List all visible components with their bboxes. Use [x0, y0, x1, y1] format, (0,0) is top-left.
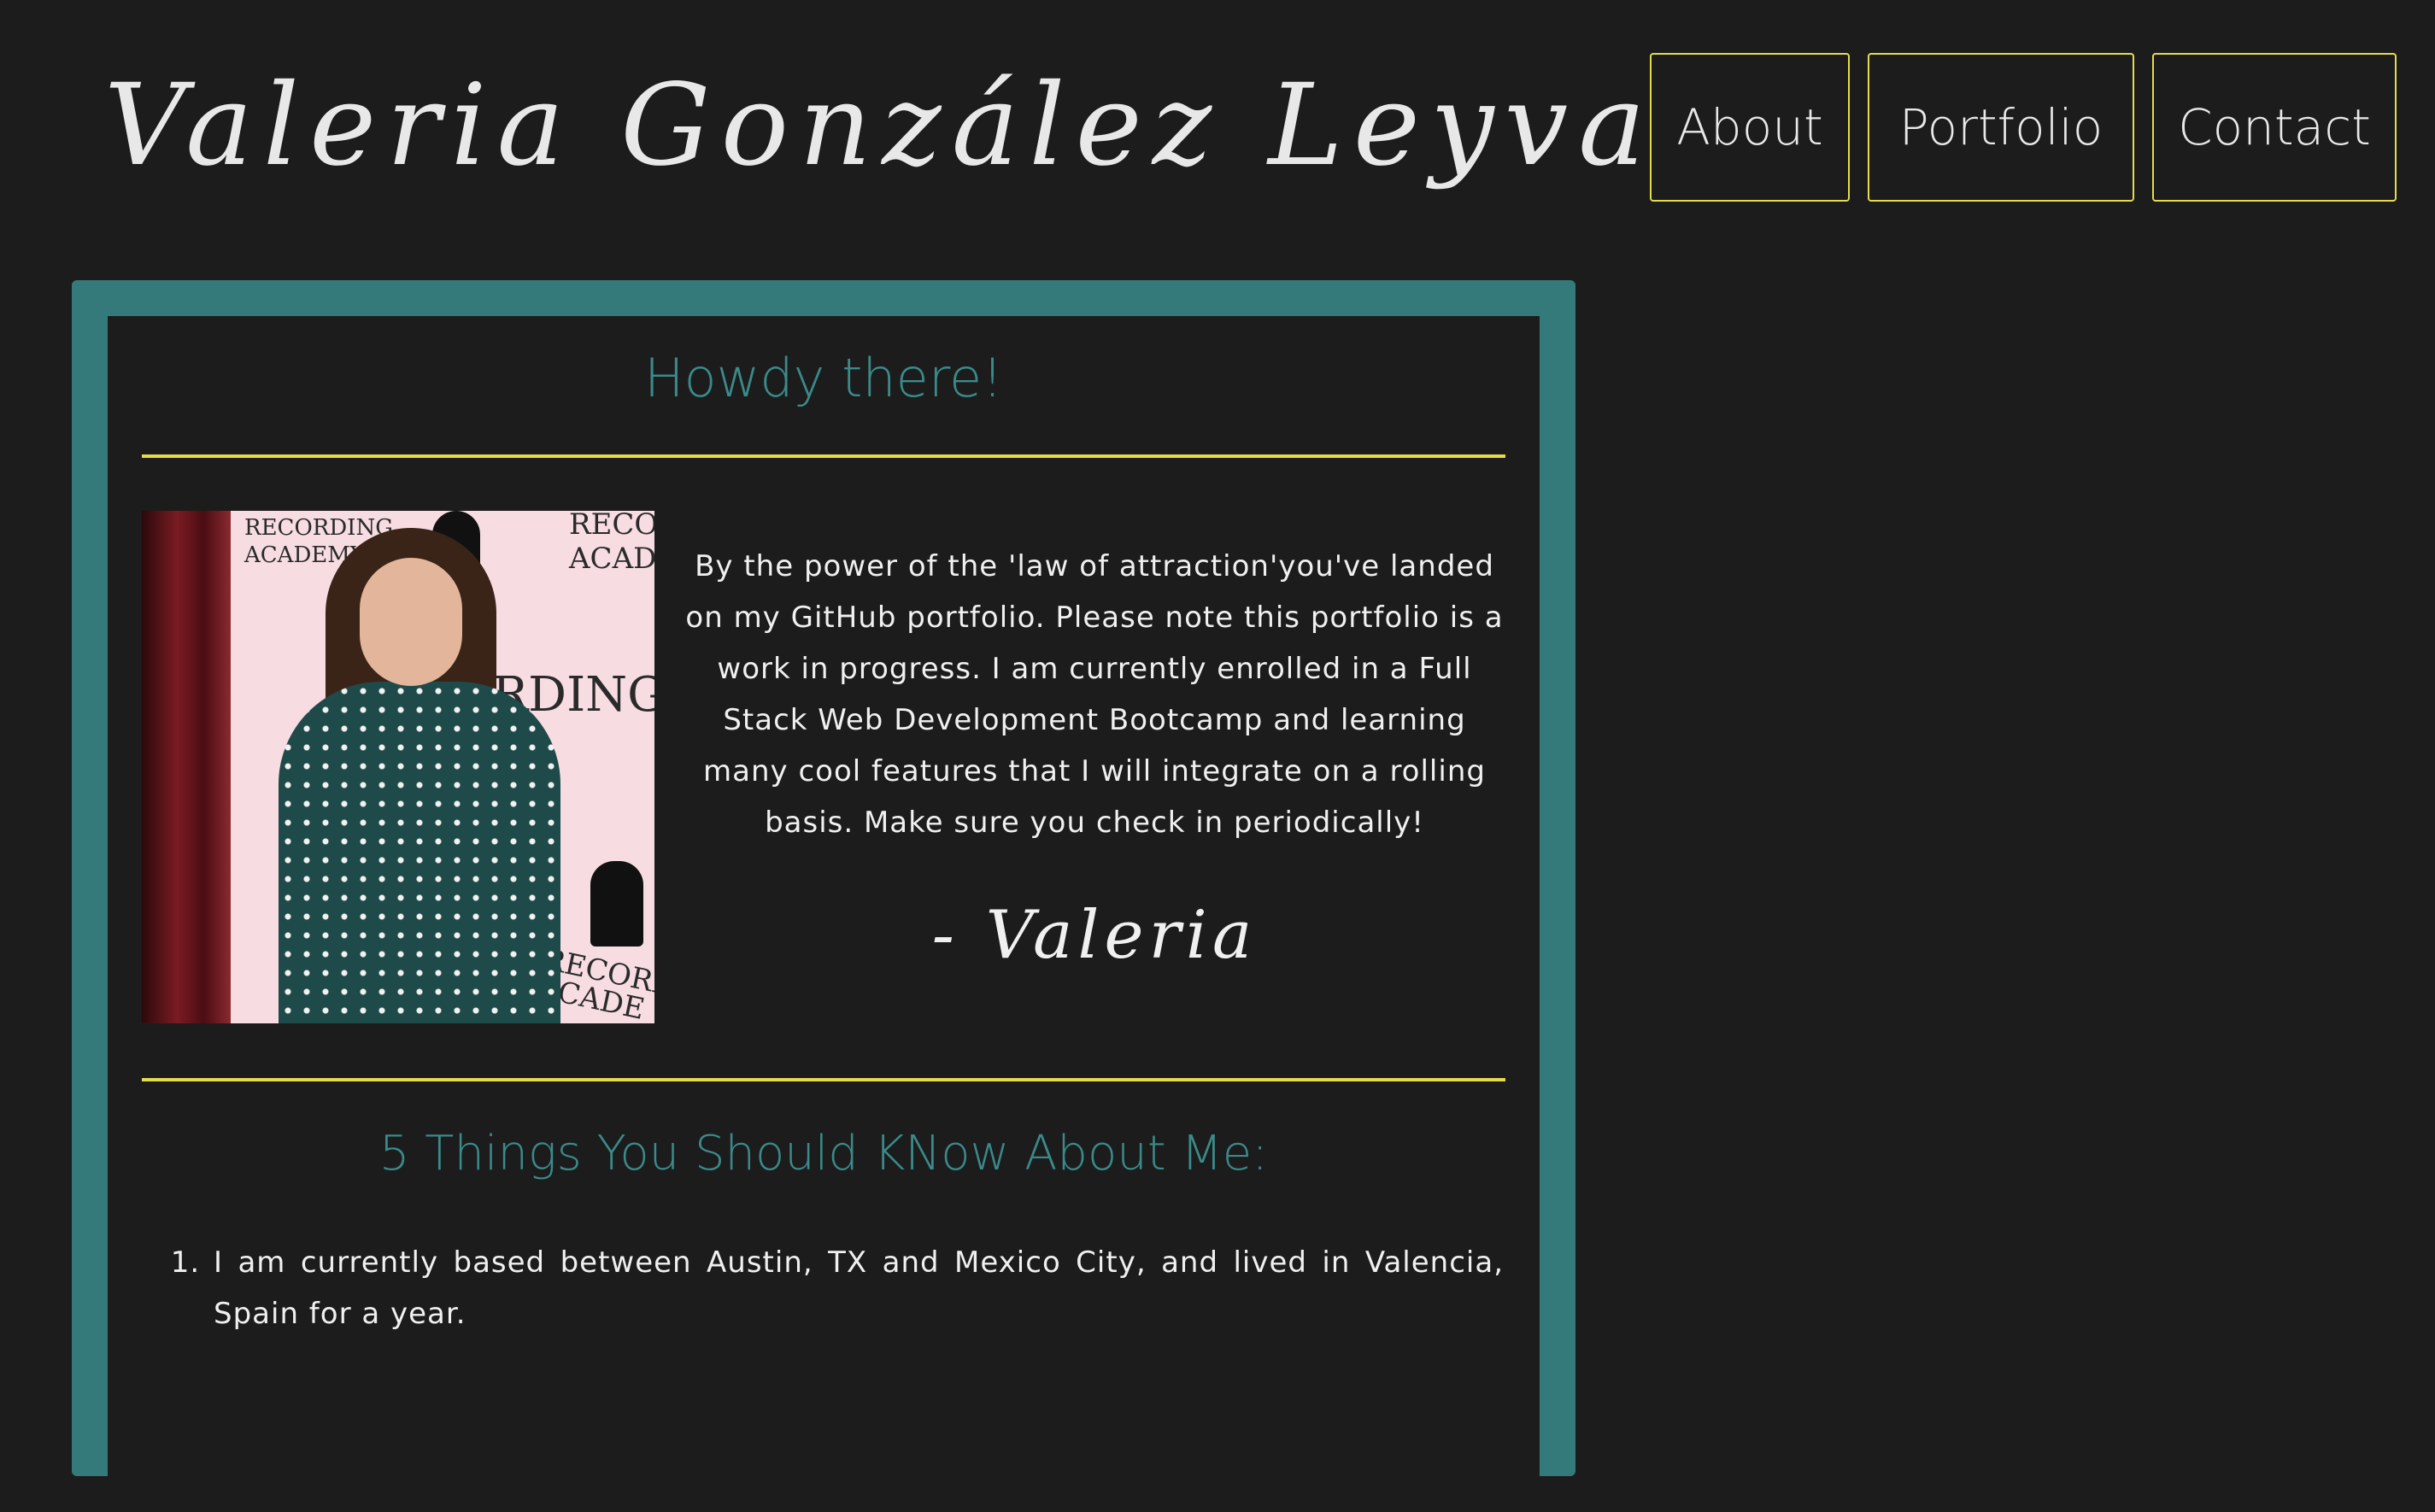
intro-paragraph: By the power of the 'law of attraction'y… [685, 549, 1504, 840]
nav-contact-button[interactable]: Contact [2152, 53, 2397, 202]
site-title: Valeria González Leyva [104, 60, 1656, 191]
about-card: Howdy there! RECORDING ACADEMY RECOR ACA… [108, 316, 1540, 1512]
divider-bottom [142, 1078, 1505, 1081]
site-header: Valeria González Leyva About Portfolio C… [0, 0, 2435, 256]
grammy-logo-icon [590, 861, 643, 946]
nav-about-button[interactable]: About [1650, 53, 1850, 202]
photo-backdrop-text: RECOR ACADE [569, 511, 654, 576]
profile-photo: RECORDING ACADEMY RECOR ACADE RDING RECO… [142, 511, 654, 1023]
nav-portfolio-button[interactable]: Portfolio [1868, 53, 2134, 202]
signature: - Valeria [931, 897, 1258, 974]
facts-heading: 5 Things You Should KNow About Me: [378, 1126, 1269, 1181]
greeting-heading: Howdy there! [644, 347, 1003, 409]
photo-person-body [279, 682, 560, 1023]
about-card-frame: Howdy there! RECORDING ACADEMY RECOR ACA… [72, 280, 1575, 1512]
photo-curtain [142, 511, 231, 1023]
main-nav: About Portfolio Contact [1650, 53, 2397, 202]
divider-top [142, 454, 1505, 458]
photo-person-face [360, 558, 462, 686]
facts-list: I am currently based between Austin, TX … [142, 1237, 1504, 1339]
list-item: I am currently based between Austin, TX … [210, 1237, 1504, 1339]
